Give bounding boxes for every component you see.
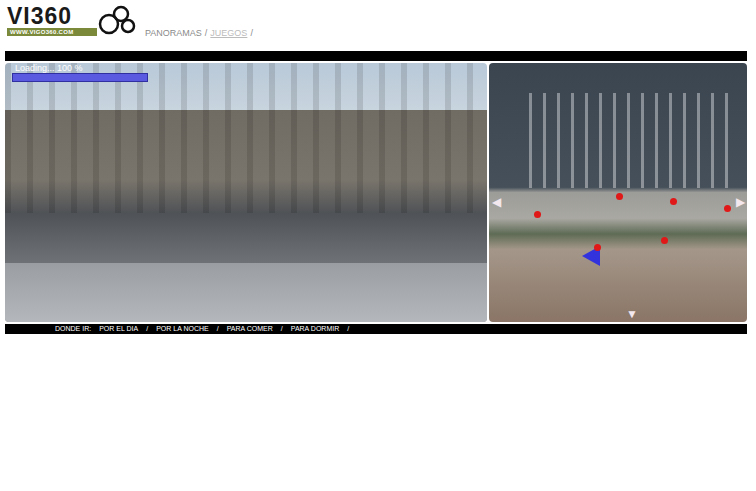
- menu-separator: /: [146, 324, 148, 334]
- loading-track: [12, 73, 148, 82]
- map-arrow-icon[interactable]: ◀: [492, 196, 501, 208]
- menu-link[interactable]: PARA COMER: [227, 324, 273, 334]
- menu-separator: /: [217, 324, 219, 334]
- menu-separator: /: [347, 324, 349, 334]
- logo[interactable]: VI360WWW.VIGO360.COM: [7, 4, 137, 36]
- loading-text: Loading... 100 %: [12, 63, 148, 73]
- map-pin[interactable]: [661, 237, 668, 244]
- stage: Loading... 100 % ◀ ▶ ▼: [5, 61, 747, 324]
- map-marina: [529, 93, 739, 188]
- map-pin[interactable]: [670, 198, 677, 205]
- logo-url: WWW.VIGO360.COM: [7, 28, 97, 36]
- map-arrow-icon[interactable]: ▼: [626, 308, 638, 320]
- top-bar: [5, 51, 747, 61]
- menu-label: DONDE IR:: [55, 324, 91, 334]
- logo-text: VI360WWW.VIGO360.COM: [7, 4, 97, 36]
- nav: PANORAMAS/JUEGOS/: [145, 28, 253, 38]
- viewer: Loading... 100 % ◀ ▶ ▼ DONDE IR: POR EL DIA / P…: [5, 51, 747, 334]
- panorama-facade: [5, 63, 487, 213]
- map-pin[interactable]: [724, 205, 731, 212]
- menu-link[interactable]: POR EL DIA: [99, 324, 138, 334]
- panorama-wall: [5, 263, 487, 322]
- panorama-view[interactable]: Loading... 100 %: [5, 63, 487, 322]
- loading-fill: [13, 74, 147, 81]
- menu-separator: /: [281, 324, 283, 334]
- nav-separator: /: [250, 28, 253, 38]
- menu-link[interactable]: POR LA NOCHE: [156, 324, 209, 334]
- menu-bar: DONDE IR: POR EL DIA / POR LA NOCHE / PARA CO…: [5, 324, 747, 334]
- nav-separator: /: [205, 28, 208, 38]
- map-pin[interactable]: [594, 244, 601, 251]
- map-pin[interactable]: [616, 193, 623, 200]
- nav-link[interactable]: JUEGOS: [210, 28, 247, 38]
- nav-link[interactable]: PANORAMAS: [145, 28, 202, 38]
- menu-link[interactable]: PARA DORMIR: [291, 324, 340, 334]
- map-arrow-icon[interactable]: ▶: [736, 196, 745, 208]
- logo-name: VI360: [7, 4, 97, 28]
- map-pin[interactable]: [534, 211, 541, 218]
- circles-icon: [97, 4, 137, 36]
- map-view[interactable]: ◀ ▶ ▼: [489, 63, 747, 322]
- loading-indicator: Loading... 100 %: [12, 63, 148, 82]
- header: VI360WWW.VIGO360.COMPANORAMAS/JUEGOS/: [0, 0, 756, 51]
